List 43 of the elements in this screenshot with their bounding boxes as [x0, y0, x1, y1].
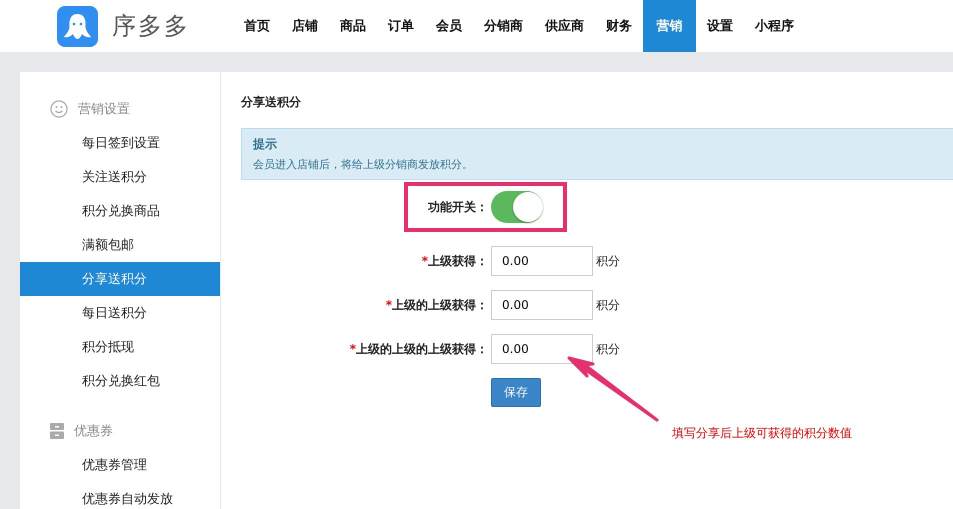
field-label: *上级获得：	[420, 252, 488, 270]
sidebar-item[interactable]: 每日送积分	[20, 296, 220, 330]
nav-tab[interactable]: 营销	[643, 0, 696, 52]
sidebar-item[interactable]: 优惠券管理	[20, 448, 220, 482]
field-label: *上级的上级的上级获得：	[348, 340, 488, 358]
sidebar-item[interactable]: 积分抵现	[20, 330, 220, 364]
sidebar-item[interactable]: 优惠券自动发放	[20, 482, 220, 509]
sidebar-item[interactable]: 积分兑换红包	[20, 364, 220, 398]
field-label: *上级的上级获得：	[384, 296, 488, 314]
points-input[interactable]: 0.00	[491, 334, 593, 364]
cabinet-icon	[50, 423, 64, 439]
nav-tab[interactable]: 供应商	[534, 0, 595, 52]
sidebar-item[interactable]: 分享送积分	[20, 262, 220, 296]
unit-label: 积分	[596, 340, 620, 358]
octopus-logo-icon	[57, 6, 98, 46]
tip-title: 提示	[253, 136, 278, 153]
unit-label: 积分	[596, 252, 620, 270]
smiley-icon	[50, 100, 68, 118]
sidebar-item[interactable]: 关注送积分	[20, 160, 220, 194]
nav-tab[interactable]: 设置	[696, 0, 744, 52]
nav-tab[interactable]: 小程序	[744, 0, 805, 52]
brand-name: 序多多	[112, 11, 191, 42]
nav-tab[interactable]: 店铺	[281, 0, 329, 52]
tip-text: 会员进入店铺后，将给上级分销商发放积分。	[253, 157, 474, 172]
nav-tab[interactable]: 财务	[595, 0, 643, 52]
sidebar-item[interactable]: 满额包邮	[20, 228, 220, 262]
annotation-text: 填写分享后上级可获得的积分数值	[672, 425, 852, 442]
field-label: 功能开关：	[427, 198, 488, 216]
points-input[interactable]: 0.00	[491, 290, 593, 320]
points-input[interactable]: 0.00	[491, 246, 593, 276]
nav-tab[interactable]: 会员	[425, 0, 473, 52]
nav-tab[interactable]: 首页	[233, 0, 281, 52]
sidebar-group-title: 营销设置	[78, 101, 130, 118]
sidebar-item[interactable]: 每日签到设置	[20, 126, 220, 160]
sidebar-item[interactable]: 积分兑换商品	[20, 194, 220, 228]
save-button[interactable]: 保存	[491, 378, 541, 407]
nav-tab[interactable]: 分销商	[473, 0, 534, 52]
nav-tab[interactable]: 商品	[329, 0, 377, 52]
nav-tab[interactable]: 订单	[377, 0, 425, 52]
page-title: 分享送积分	[241, 94, 302, 111]
unit-label: 积分	[596, 296, 620, 314]
sidebar-group-title: 优惠券	[74, 423, 113, 440]
feature-switch[interactable]	[491, 191, 543, 223]
